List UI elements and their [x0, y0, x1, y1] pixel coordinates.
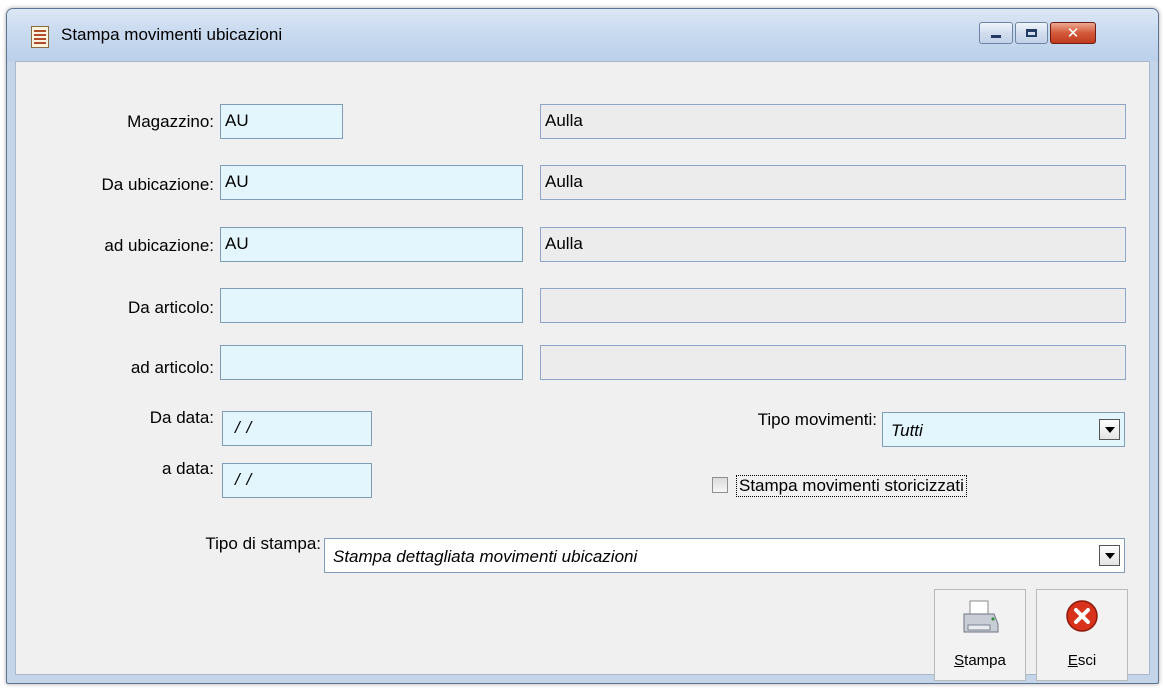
esci-label-rest: sci — [1077, 652, 1097, 669]
tipo-movimenti-label: Tipo movimenti: — [757, 410, 877, 429]
ad-articolo-description — [540, 345, 1126, 380]
close-button[interactable]: ✕ — [1050, 22, 1096, 44]
da-data-label: Da data: — [149, 408, 214, 427]
maximize-button[interactable] — [1015, 22, 1048, 44]
dialog-window: Stampa movimenti ubicazioni ✕ Magazzino:… — [6, 8, 1159, 684]
esci-button[interactable]: Esci — [1036, 589, 1128, 681]
form-area: Magazzino: AU Aulla Da ubicazione: AU Au… — [15, 61, 1150, 681]
stampa-button-label: Stampa — [935, 652, 1025, 669]
tipo-movimenti-dropdown-button[interactable] — [1099, 419, 1120, 440]
da-articolo-label: Da articolo: — [128, 298, 214, 317]
window-title: Stampa movimenti ubicazioni — [61, 25, 283, 44]
printer-icon — [963, 600, 999, 633]
storicizzati-checkbox[interactable] — [712, 477, 728, 493]
minimize-button[interactable] — [979, 22, 1013, 44]
ad-articolo-label: ad articolo: — [130, 358, 214, 377]
ad-ubicazione-description: Aulla — [540, 227, 1126, 262]
da-ubicazione-label: Da ubicazione: — [101, 175, 214, 194]
da-data-input[interactable]: / / — [222, 411, 372, 446]
esci-accel: E — [1067, 652, 1078, 669]
tipo-stampa-label: Tipo di stampa: — [205, 534, 321, 553]
chevron-down-icon — [1104, 426, 1115, 433]
a-data-input[interactable]: / / — [222, 463, 372, 498]
da-ubicazione-input[interactable]: AU — [220, 165, 523, 200]
da-articolo-description — [540, 288, 1126, 323]
maximize-icon — [1026, 29, 1037, 37]
chevron-down-icon — [1104, 552, 1115, 559]
da-ubicazione-description: Aulla — [540, 165, 1126, 200]
magazzino-label: Magazzino: — [127, 112, 214, 131]
stampa-label-rest: tampa — [964, 652, 1006, 669]
tipo-movimenti-value: Tutti — [891, 421, 923, 440]
minimize-icon — [991, 35, 1001, 38]
ad-ubicazione-input[interactable]: AU — [220, 227, 523, 262]
tipo-stampa-value: Stampa dettagliata movimenti ubicazioni — [333, 547, 638, 566]
magazzino-input[interactable]: AU — [220, 104, 343, 139]
tipo-stampa-select[interactable]: Stampa dettagliata movimenti ubicazioni — [324, 538, 1125, 573]
tipo-stampa-dropdown-button[interactable] — [1099, 545, 1120, 566]
stampa-accel: S — [954, 652, 965, 669]
close-icon: ✕ — [1066, 23, 1080, 42]
esci-button-label: Esci — [1037, 652, 1127, 669]
magazzino-description: Aulla — [540, 104, 1126, 139]
storicizzati-label[interactable]: Stampa movimenti storicizzati — [736, 475, 967, 497]
tipo-movimenti-select[interactable]: Tutti — [882, 412, 1125, 447]
ad-ubicazione-label: ad ubicazione: — [104, 236, 214, 255]
title-bar[interactable]: Stampa movimenti ubicazioni ✕ — [7, 9, 1158, 61]
da-articolo-input[interactable] — [220, 288, 523, 323]
a-data-label: a data: — [162, 459, 214, 478]
exit-icon — [1066, 600, 1098, 632]
report-icon — [31, 26, 49, 48]
stampa-button[interactable]: Stampa — [934, 589, 1026, 681]
ad-articolo-input[interactable] — [220, 345, 523, 380]
